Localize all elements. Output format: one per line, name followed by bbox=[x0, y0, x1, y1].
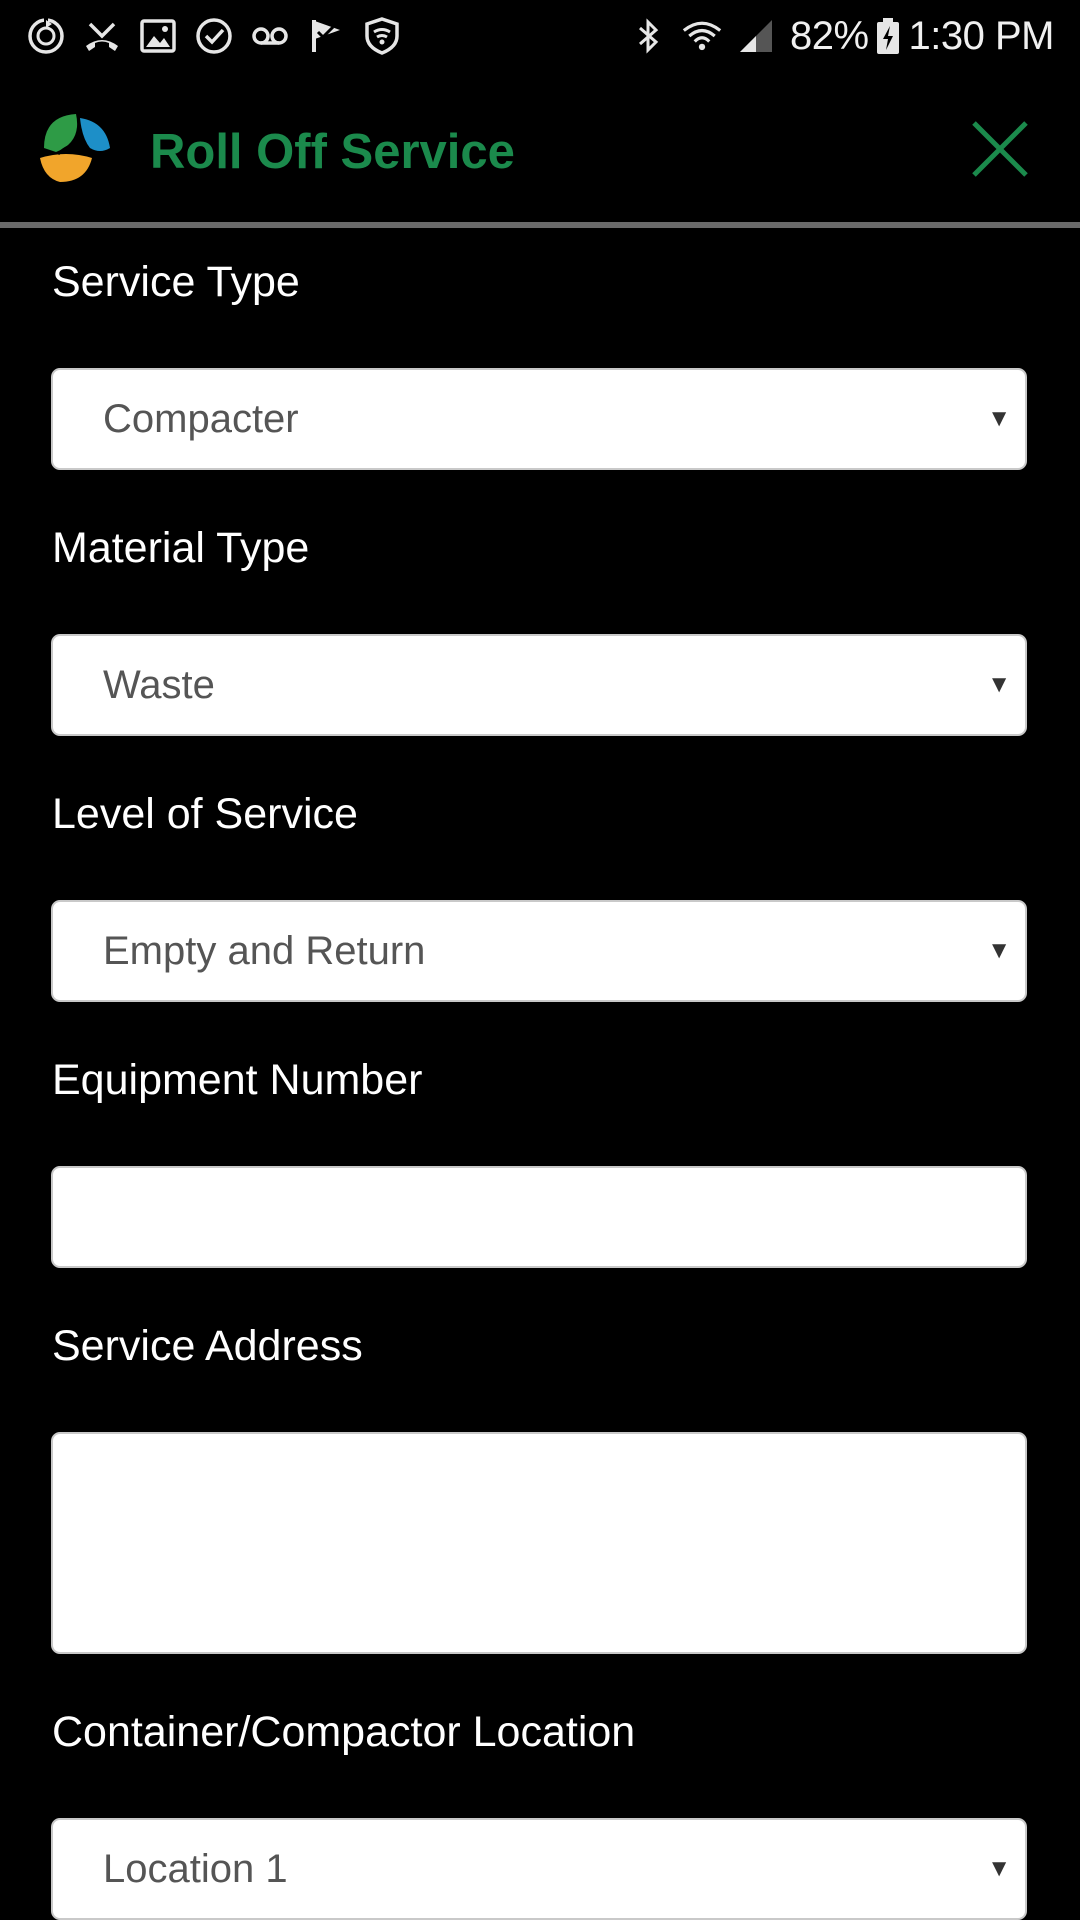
material-type-select[interactable]: Waste ▼ bbox=[51, 634, 1027, 736]
app-title: Roll Off Service bbox=[150, 125, 515, 179]
app-bar: Roll Off Service bbox=[0, 72, 1080, 222]
voicemail-icon bbox=[250, 16, 290, 56]
leaf-logo-icon bbox=[36, 108, 116, 188]
close-button[interactable] bbox=[968, 117, 1032, 181]
battery-percent: 82% bbox=[789, 13, 869, 58]
level-of-service-select[interactable]: Empty and Return ▼ bbox=[51, 900, 1027, 1002]
chevron-down-icon: ▼ bbox=[987, 405, 1011, 432]
check-circle-icon bbox=[194, 16, 234, 56]
chevron-down-icon: ▼ bbox=[987, 1855, 1011, 1882]
service-type-label: Service Type bbox=[52, 258, 300, 306]
service-address-label: Service Address bbox=[52, 1322, 363, 1370]
equipment-number-input[interactable] bbox=[51, 1166, 1027, 1268]
level-of-service-value: Empty and Return bbox=[103, 929, 426, 973]
task-flag-icon bbox=[306, 16, 346, 56]
shield-icon bbox=[362, 16, 402, 56]
equipment-number-label: Equipment Number bbox=[52, 1056, 423, 1104]
image-icon bbox=[138, 16, 178, 56]
material-type-label: Material Type bbox=[52, 524, 310, 572]
container-location-value: Location 1 bbox=[103, 1847, 288, 1891]
missed-call-icon bbox=[82, 16, 122, 56]
clock: 1:30 PM bbox=[908, 13, 1055, 58]
chevron-down-icon: ▼ bbox=[987, 671, 1011, 698]
container-location-label: Container/Compactor Location bbox=[52, 1708, 636, 1756]
container-location-select[interactable]: Location 1 ▼ bbox=[51, 1818, 1027, 1920]
app-bar-divider bbox=[0, 222, 1080, 228]
service-type-value: Compacter bbox=[103, 397, 299, 441]
material-type-value: Waste bbox=[103, 663, 215, 707]
service-type-select[interactable]: Compacter ▼ bbox=[51, 368, 1027, 470]
wifi-icon bbox=[682, 16, 722, 56]
notification-icons bbox=[26, 16, 418, 56]
status-bar: 82% 1:30 PM bbox=[0, 0, 1080, 72]
bluetooth-icon bbox=[628, 16, 668, 56]
chevron-down-icon: ▼ bbox=[987, 937, 1011, 964]
close-icon[interactable] bbox=[968, 117, 1032, 181]
service-address-textarea[interactable] bbox=[51, 1432, 1027, 1654]
battery-icon bbox=[875, 16, 901, 56]
sync-icon bbox=[26, 16, 66, 56]
level-of-service-label: Level of Service bbox=[52, 790, 358, 838]
signal-icon bbox=[736, 16, 776, 56]
system-status: 82% 1:30 PM bbox=[614, 13, 1055, 59]
